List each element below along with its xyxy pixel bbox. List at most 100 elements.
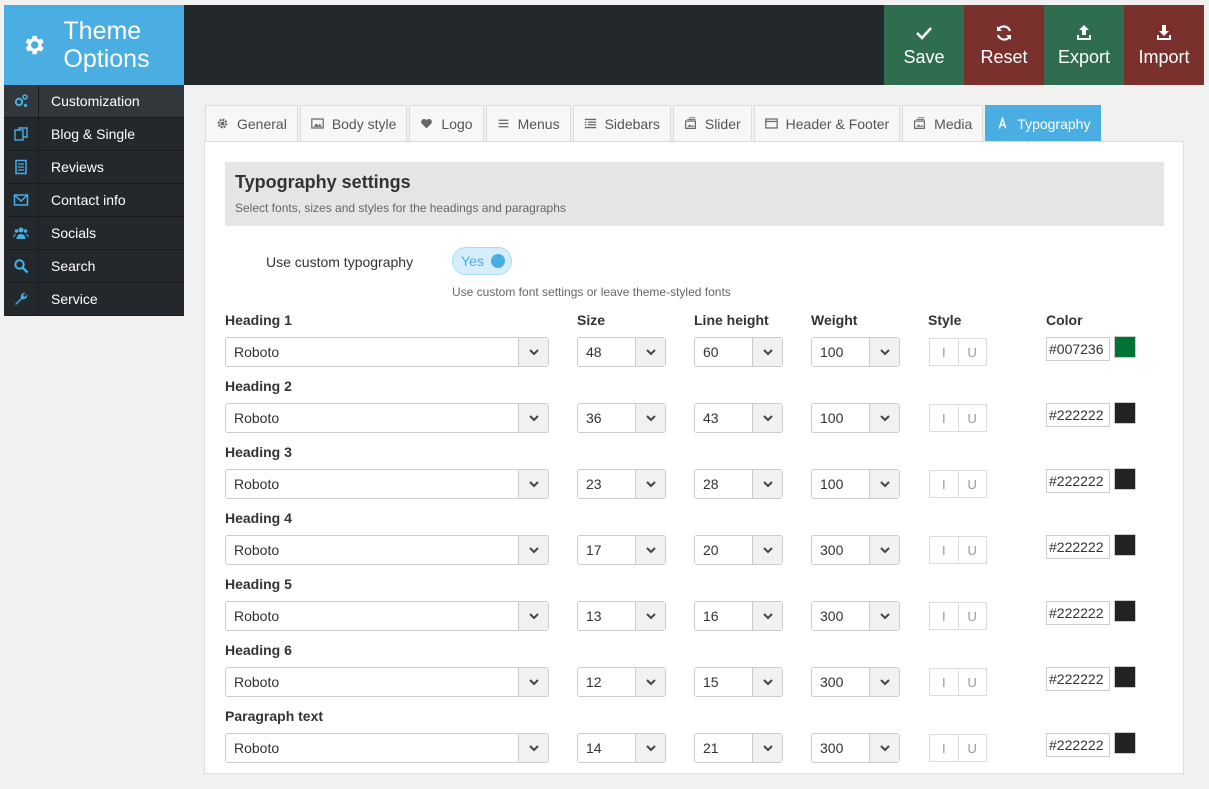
color-input[interactable]: #222222 [1046,667,1110,691]
color-swatch[interactable] [1114,468,1136,490]
font-size-select[interactable]: 13 [577,601,666,631]
underline-toggle[interactable]: U [957,603,987,629]
sidebar-item-reviews[interactable]: Reviews [4,150,184,184]
font-icon [998,117,1007,129]
italic-toggle[interactable]: I [930,339,958,365]
font-row: Heading 4 Roboto 17 20 300 I U #222222 [205,510,1183,576]
color-swatch[interactable] [1114,600,1136,622]
sidebar-item-contact-info[interactable]: Contact info [4,183,184,217]
export-label: Export [1057,46,1111,67]
underline-toggle[interactable]: U [957,405,987,431]
font-size-select[interactable]: 23 [577,469,666,499]
line-height-select[interactable]: 28 [694,469,783,499]
color-input[interactable]: #222222 [1046,469,1110,493]
chevron-down-icon [752,602,782,630]
tab-bar: General Body style Logo Menus Sidebars S… [205,105,1103,141]
color-input[interactable]: #222222 [1046,535,1110,559]
color-input[interactable]: #007236 [1046,337,1110,361]
italic-toggle[interactable]: I [930,735,958,761]
sidebar-item-socials[interactable]: Socials [4,216,184,250]
color-swatch[interactable] [1114,534,1136,556]
color-input[interactable]: #222222 [1046,601,1110,625]
import-button[interactable]: Import [1124,5,1204,85]
tab-sidebars[interactable]: Sidebars [572,105,671,141]
tab-logo[interactable]: Logo [409,105,484,141]
save-label: Save [903,46,945,67]
color-swatch[interactable] [1114,336,1136,358]
tab-header-footer[interactable]: Header & Footer [753,105,901,141]
sidebar-item-blog-single[interactable]: Blog & Single [4,117,184,151]
check-icon [916,26,932,40]
underline-toggle[interactable]: U [957,537,987,563]
font-weight-select[interactable]: 300 [811,601,900,631]
italic-toggle[interactable]: I [930,405,958,431]
chevron-down-icon [635,470,665,498]
font-weight-value: 300 [820,542,844,558]
tab-label: Typography [1017,115,1091,132]
sidebar-item-search[interactable]: Search [4,249,184,283]
font-weight-select[interactable]: 300 [811,667,900,697]
tab-label: Media [934,115,973,132]
font-weight-select[interactable]: 300 [811,733,900,763]
font-weight-value: 100 [820,410,844,426]
underline-toggle[interactable]: U [957,735,987,761]
color-input[interactable]: #222222 [1046,733,1110,757]
tab-menus[interactable]: Menus [485,105,571,141]
underline-toggle[interactable]: U [957,669,987,695]
italic-toggle[interactable]: I [930,669,958,695]
line-height-value: 28 [703,476,719,492]
line-height-select[interactable]: 20 [694,535,783,565]
font-weight-select[interactable]: 100 [811,469,900,499]
line-height-select[interactable]: 60 [694,337,783,367]
font-size-select[interactable]: 12 [577,667,666,697]
save-button[interactable]: Save [884,5,964,85]
sidebar-item-service[interactable]: Service [4,282,184,316]
tab-media[interactable]: Media [902,105,984,141]
sidebar-item-label: Contact info [51,192,126,208]
font-family-select[interactable]: Roboto [225,535,549,565]
tab-slider[interactable]: Slider [672,105,752,141]
chevron-down-icon [518,536,548,564]
style-toggles: IU [929,338,987,366]
font-size-select[interactable]: 48 [577,337,666,367]
chevron-down-icon [518,470,548,498]
color-swatch[interactable] [1114,666,1136,688]
font-weight-select[interactable]: 100 [811,403,900,433]
font-weight-select[interactable]: 100 [811,337,900,367]
font-size-select[interactable]: 36 [577,403,666,433]
line-height-select[interactable]: 43 [694,403,783,433]
italic-toggle[interactable]: I [930,471,958,497]
color-input[interactable]: #222222 [1046,403,1110,427]
font-family-select[interactable]: Roboto [225,601,549,631]
color-swatch[interactable] [1114,732,1136,754]
italic-toggle[interactable]: I [930,537,958,563]
chevron-down-icon [869,734,899,762]
custom-typography-toggle[interactable]: Yes [452,247,512,275]
font-family-select[interactable]: Roboto [225,469,549,499]
line-height-select[interactable]: 15 [694,667,783,697]
line-height-select[interactable]: 21 [694,733,783,763]
font-family-select[interactable]: Roboto [225,667,549,697]
image-icon [311,118,324,129]
tab-body-style[interactable]: Body style [299,105,408,141]
tab-general[interactable]: General [205,105,298,141]
tab-typography[interactable]: Typography [985,105,1102,141]
heart-icon [421,118,433,129]
font-row: Heading 1 Roboto 48 60 100 I U #007236 [205,312,1183,378]
font-size-value: 13 [586,608,602,624]
color-swatch[interactable] [1114,402,1136,424]
font-size-select[interactable]: 14 [577,733,666,763]
font-family-select[interactable]: Roboto [225,403,549,433]
font-family-select[interactable]: Roboto [225,733,549,763]
line-height-value: 43 [703,410,719,426]
line-height-select[interactable]: 16 [694,601,783,631]
sidebar-item-customization[interactable]: Customization [4,84,184,118]
underline-toggle[interactable]: U [957,471,987,497]
italic-toggle[interactable]: I [930,603,958,629]
font-size-select[interactable]: 17 [577,535,666,565]
reset-button[interactable]: Reset [964,5,1044,85]
underline-toggle[interactable]: U [957,339,987,365]
font-family-select[interactable]: Roboto [225,337,549,367]
font-weight-select[interactable]: 300 [811,535,900,565]
export-button[interactable]: Export [1044,5,1124,85]
